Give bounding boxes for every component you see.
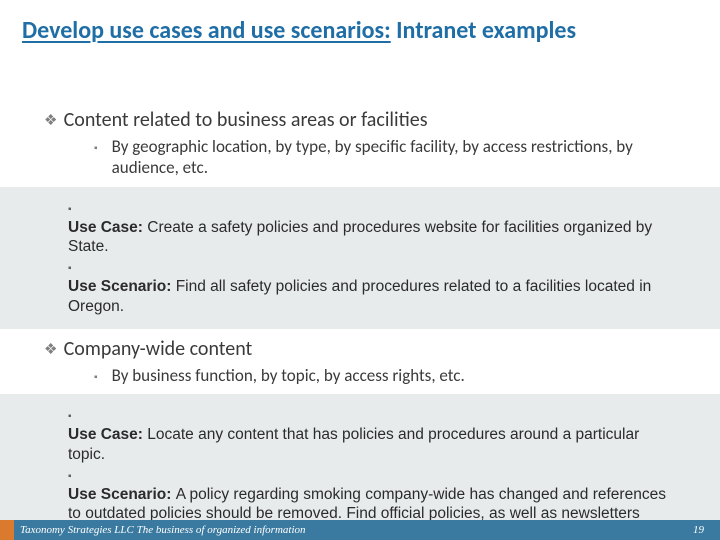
page-number: 19 [693,524,720,536]
square-icon: ▪ [68,263,82,274]
slide-body: ❖ Content related to business areas or f… [0,100,720,540]
title-rest: Intranet examples [391,16,576,45]
title-underlined: Develop use cases and use scenarios: [22,16,391,45]
box1-usescenario-text: Use Scenario: Find all safety policies a… [68,277,668,316]
bullet-level2: ▪ By business function, by topic, by acc… [0,365,720,386]
diamond-icon: ❖ [44,111,60,130]
square-icon: ▪ [68,411,82,422]
bullet-level1: ❖ Content related to business areas or f… [0,108,720,132]
section1-sub: By geographic location, by type, by spec… [112,136,672,179]
footer-accent-tab [0,520,14,540]
section1-heading: Content related to business areas or fac… [64,108,428,132]
square-icon: ▪ [68,471,82,482]
slide-title: Develop use cases and use scenarios: Int… [22,16,698,45]
box1-usescenario: ▪ Use Scenario: Find all safety policies… [44,259,676,316]
diamond-icon: ❖ [44,340,60,359]
footer-text: Taxonomy Strategies LLC The business of … [20,524,693,536]
callout-box-2: ▪ Use Case: Locate any content that has … [0,394,720,540]
square-icon: ▪ [94,370,108,383]
slide: Develop use cases and use scenarios: Int… [0,0,720,540]
box2-usecase-text: Use Case: Locate any content that has po… [68,425,668,464]
bullet-level1: ❖ Company-wide content [0,337,720,361]
box2-usecase: ▪ Use Case: Locate any content that has … [44,407,676,464]
box1-usecase: ▪ Use Case: Create a safety policies and… [44,200,676,257]
square-icon: ▪ [94,141,108,154]
square-icon: ▪ [68,204,82,215]
callout-box-1: ▪ Use Case: Create a safety policies and… [0,187,720,330]
section2-heading: Company-wide content [64,337,253,361]
bullet-level2: ▪ By geographic location, by type, by sp… [0,136,720,179]
section2-sub: By business function, by topic, by acces… [112,365,465,386]
footer-bar: Taxonomy Strategies LLC The business of … [0,520,720,540]
box1-usecase-text: Use Case: Create a safety policies and p… [68,218,668,257]
